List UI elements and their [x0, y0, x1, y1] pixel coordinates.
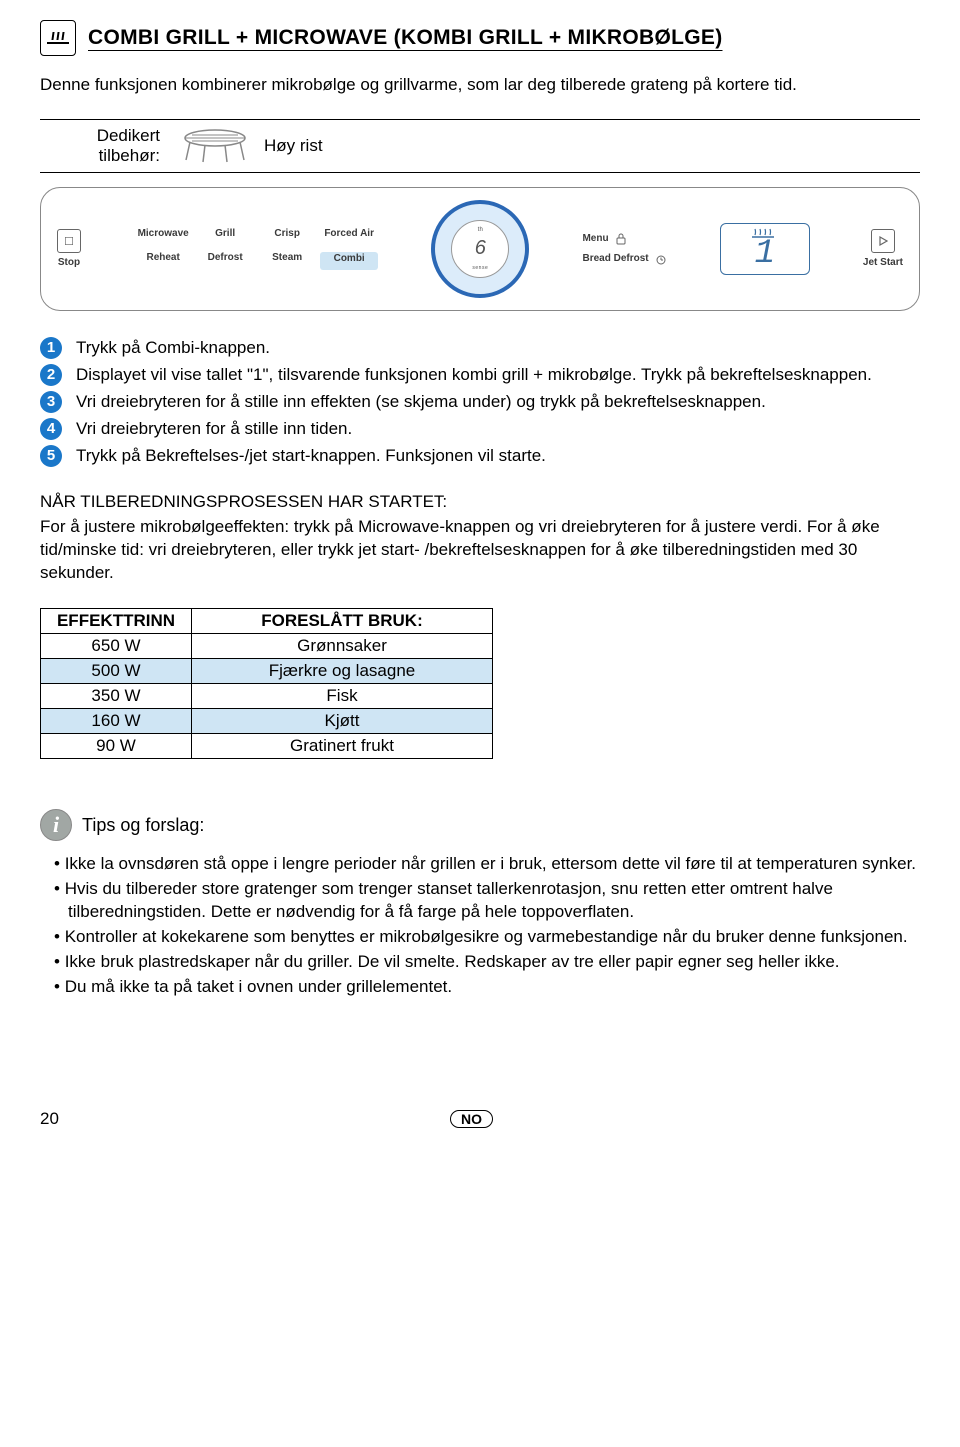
accessory-label: Dedikert tilbehør: [40, 126, 160, 166]
step-bullet-5: 5 [40, 445, 62, 467]
table-row: 500 W Fjærkre og lasagne [41, 659, 493, 684]
grill-mode-icon [40, 20, 76, 56]
display-screen: 1 [720, 223, 810, 275]
lock-icon [615, 233, 627, 245]
step-row: 4 Vri dreiebryteren for å stille inn tid… [40, 418, 920, 441]
cell-use: Kjøtt [192, 709, 493, 734]
cell-use: Fjærkre og lasagne [192, 659, 493, 684]
accessory-name: Høy rist [264, 136, 323, 156]
after-start-body: For å justere mikrobølgeeffekten: trykk … [40, 516, 920, 585]
mode-button-grid: Microwave Grill Crisp Forced Air Reheat … [134, 228, 378, 270]
mode-defrost[interactable]: Defrost [196, 252, 254, 270]
mode-forced-air[interactable]: Forced Air [320, 228, 378, 246]
jet-start-label: Jet Start [863, 257, 903, 268]
menu-column: Menu Bread Defrost [582, 233, 666, 265]
stop-button[interactable] [57, 229, 81, 253]
tip-item: Kontroller at kokekarene som benyttes er… [68, 926, 920, 949]
mode-steam[interactable]: Steam [258, 252, 316, 270]
cell-use: Grønnsaker [192, 634, 493, 659]
dial-face: th 6 sense [451, 220, 509, 278]
dial-digit: 6 [475, 237, 486, 260]
step-row: 2 Displayet vil vise tallet "1", tilsvar… [40, 364, 920, 387]
cell-power: 90 W [41, 734, 192, 759]
tips-heading-row: i Tips og forslag: [40, 809, 920, 841]
display-grill-icon [751, 227, 779, 239]
step-text-2: Displayet vil vise tallet "1", tilsvaren… [76, 364, 872, 387]
display-digit: 1 [755, 235, 775, 273]
step-text-5: Trykk på Bekreftelses-/jet start-knappen… [76, 445, 546, 468]
cell-use: Gratinert frukt [192, 734, 493, 759]
table-row: 650 W Grønnsaker [41, 634, 493, 659]
tip-item: Du må ikke ta på taket i ovnen under gri… [68, 976, 920, 999]
mode-microwave[interactable]: Microwave [134, 228, 192, 246]
step-text-1: Trykk på Combi-knappen. [76, 337, 270, 360]
after-start-heading: NÅR TILBEREDNINGSPROSESSEN HAR STARTET: [40, 492, 920, 512]
tips-title: Tips og forslag: [82, 815, 204, 836]
table-row: 350 W Fisk [41, 684, 493, 709]
step-row: 1 Trykk på Combi-knappen. [40, 337, 920, 360]
power-table: EFFEKTTRINN FORESLÅTT BRUK: 650 W Grønns… [40, 608, 493, 759]
title-row: COMBI GRILL + MICROWAVE (KOMBI GRILL + M… [40, 20, 920, 56]
info-icon: i [40, 809, 72, 841]
high-rack-icon [180, 128, 250, 164]
cell-power: 500 W [41, 659, 192, 684]
mode-combi[interactable]: Combi [320, 252, 378, 270]
language-pill: NO [450, 1110, 493, 1128]
dial-knob[interactable]: th 6 sense [431, 200, 529, 298]
stop-label: Stop [58, 257, 80, 268]
cell-power: 650 W [41, 634, 192, 659]
bread-defrost-label[interactable]: Bread Defrost [582, 253, 648, 264]
dial-th: th [478, 227, 483, 233]
tip-item: Ikke bruk plastredskaper når du griller.… [68, 951, 920, 974]
step-row: 3 Vri dreiebryteren for å stille inn eff… [40, 391, 920, 414]
page-footer: 20 NO [40, 1109, 920, 1129]
tips-list: Ikke la ovnsdøren stå oppe i lengre peri… [40, 853, 920, 999]
mode-crisp[interactable]: Crisp [258, 228, 316, 246]
step-bullet-2: 2 [40, 364, 62, 386]
menu-label[interactable]: Menu [582, 233, 608, 244]
mode-grill[interactable]: Grill [196, 228, 254, 246]
step-row: 5 Trykk på Bekreftelses-/jet start-knapp… [40, 445, 920, 468]
dial-sense: sense [472, 265, 488, 271]
page-number: 20 [40, 1109, 80, 1129]
step-bullet-1: 1 [40, 337, 62, 359]
step-bullet-3: 3 [40, 391, 62, 413]
table-header-power: EFFEKTTRINN [41, 609, 192, 634]
intro-text: Denne funksjonen kombinerer mikrobølge o… [40, 74, 920, 97]
tip-item: Hvis du tilbereder store gratenger som t… [68, 878, 920, 924]
accessory-row: Dedikert tilbehør: Høy rist [40, 119, 920, 173]
control-panel: Stop Microwave Grill Crisp Forced Air Re… [40, 187, 920, 311]
cell-use: Fisk [192, 684, 493, 709]
cell-power: 160 W [41, 709, 192, 734]
step-text-4: Vri dreiebryteren for å stille inn tiden… [76, 418, 352, 441]
table-header-use: FORESLÅTT BRUK: [192, 609, 493, 634]
table-row: 160 W Kjøtt [41, 709, 493, 734]
tip-item: Ikke la ovnsdøren stå oppe i lengre peri… [68, 853, 920, 876]
cell-power: 350 W [41, 684, 192, 709]
page-title: COMBI GRILL + MICROWAVE (KOMBI GRILL + M… [88, 26, 723, 50]
jet-start-button[interactable] [871, 229, 895, 253]
step-text-3: Vri dreiebryteren for å stille inn effek… [76, 391, 766, 414]
steps-list: 1 Trykk på Combi-knappen. 2 Displayet vi… [40, 337, 920, 468]
table-row: 90 W Gratinert frukt [41, 734, 493, 759]
mode-reheat[interactable]: Reheat [134, 252, 192, 270]
clock-icon [655, 253, 667, 265]
step-bullet-4: 4 [40, 418, 62, 440]
